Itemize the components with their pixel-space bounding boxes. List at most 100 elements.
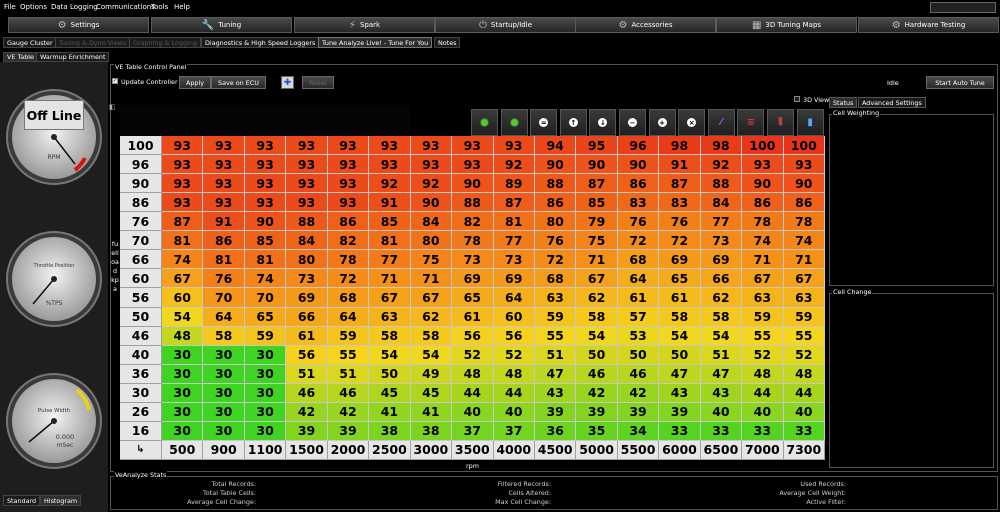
ve-cell[interactable]: 90 <box>534 155 577 175</box>
ve-cell[interactable]: 71 <box>742 250 784 270</box>
ve-cell[interactable]: 54 <box>576 326 618 346</box>
ve-cell[interactable]: 82 <box>452 212 494 232</box>
ve-cell[interactable]: 42 <box>576 383 618 403</box>
ve-cell[interactable]: 64 <box>203 307 245 327</box>
ve-cell[interactable]: 46 <box>327 383 370 403</box>
ve-cell[interactable]: 52 <box>783 345 825 365</box>
ve-cell[interactable]: 87 <box>162 212 204 232</box>
ve-cell[interactable]: 40 <box>700 402 743 422</box>
ve-cell[interactable]: 98 <box>659 136 701 156</box>
ve-cell[interactable]: 30 <box>162 345 204 365</box>
ve-cell[interactable]: 61 <box>659 288 701 308</box>
ve-cell[interactable]: 30 <box>203 345 245 365</box>
ve-cell[interactable]: 93 <box>410 155 453 175</box>
ve-cell[interactable]: 80 <box>534 212 577 232</box>
ve-cell[interactable]: 98 <box>700 136 743 156</box>
ve-cell[interactable]: 83 <box>659 193 701 213</box>
ve-cell[interactable]: 93 <box>327 155 370 175</box>
ve-cell[interactable]: 90 <box>452 174 494 194</box>
ve-cell[interactable]: 58 <box>369 326 411 346</box>
ve-cell[interactable]: 90 <box>783 174 825 194</box>
ve-cell[interactable]: 46 <box>286 383 328 403</box>
ve-cell[interactable]: 88 <box>286 212 328 232</box>
ve-cell[interactable]: 47 <box>700 364 743 384</box>
ve-cell[interactable]: 61 <box>617 288 660 308</box>
ve-cell[interactable]: 86 <box>327 212 370 232</box>
ve-cell[interactable]: 63 <box>534 288 577 308</box>
ve-cell[interactable]: 87 <box>576 174 618 194</box>
ve-cell[interactable]: 93 <box>286 155 328 175</box>
ve-cell[interactable]: 68 <box>534 269 577 289</box>
menu-file[interactable]: File <box>4 3 16 11</box>
ve-cell[interactable]: 93 <box>286 174 328 194</box>
ve-cell[interactable]: 45 <box>369 383 411 403</box>
ve-cell[interactable]: 81 <box>203 250 245 270</box>
ve-cell[interactable]: 80 <box>410 231 453 251</box>
ve-cell[interactable]: 40 <box>452 402 494 422</box>
ve-cell[interactable]: 93 <box>286 136 328 156</box>
tab-diagnostics-high-speed-loggers[interactable]: Diagnostics & High Speed Loggers <box>201 37 320 48</box>
color-smooth-button[interactable]: ▮ <box>796 109 824 136</box>
ve-cell[interactable]: 46 <box>576 364 618 384</box>
ve-cell[interactable]: 52 <box>452 345 494 365</box>
ve-cell[interactable]: 93 <box>244 174 287 194</box>
ve-cell[interactable]: 74 <box>162 250 204 270</box>
ve-cell[interactable]: 74 <box>783 231 825 251</box>
ve-cell[interactable]: 91 <box>203 212 245 232</box>
ve-cell[interactable]: 64 <box>327 307 370 327</box>
ve-cell[interactable]: 91 <box>369 193 411 213</box>
ve-cell[interactable]: 48 <box>742 364 784 384</box>
subtab-ve-table[interactable]: VE Table <box>3 52 38 62</box>
ve-cell[interactable]: 55 <box>327 345 370 365</box>
ve-cell[interactable]: 59 <box>742 307 784 327</box>
ve-cell[interactable]: 33 <box>742 421 784 441</box>
ve-cell[interactable]: 54 <box>700 326 743 346</box>
ve-cell[interactable]: 87 <box>659 174 701 194</box>
3d-view-checkbox[interactable] <box>794 96 800 102</box>
ve-cell[interactable]: 93 <box>162 155 204 175</box>
ve-cell[interactable]: 68 <box>617 250 660 270</box>
ve-cell[interactable]: 95 <box>576 136 618 156</box>
ve-cell[interactable]: 67 <box>162 269 204 289</box>
ve-cell[interactable]: 80 <box>286 250 328 270</box>
ve-cell[interactable]: 81 <box>244 250 287 270</box>
ve-cell[interactable]: 78 <box>783 212 825 232</box>
ve-cell[interactable]: 90 <box>617 155 660 175</box>
ve-cell[interactable]: 93 <box>327 193 370 213</box>
ve-cell[interactable]: 88 <box>700 174 743 194</box>
ve-cell[interactable]: 52 <box>493 345 535 365</box>
axis-swap-icon[interactable]: ↳ <box>120 440 162 460</box>
ve-cell[interactable]: 93 <box>286 193 328 213</box>
ve-cell[interactable]: 59 <box>244 326 287 346</box>
ve-cell[interactable]: 76 <box>617 212 660 232</box>
ve-cell[interactable]: 71 <box>576 250 618 270</box>
ve-cell[interactable]: 57 <box>617 307 660 327</box>
ve-cell[interactable]: 69 <box>659 250 701 270</box>
ve-cell[interactable]: 100 <box>742 136 784 156</box>
ve-cell[interactable]: 39 <box>327 421 370 441</box>
ve-cell[interactable]: 89 <box>493 174 535 194</box>
tab-graphing-logging[interactable]: Graphing & Logging <box>129 37 201 48</box>
ve-cell[interactable]: 40 <box>493 402 535 422</box>
ve-cell[interactable]: 42 <box>286 402 328 422</box>
ve-cell[interactable]: 81 <box>493 212 535 232</box>
ve-cell[interactable]: 73 <box>700 231 743 251</box>
ve-cell[interactable]: 93 <box>327 174 370 194</box>
ve-cell[interactable]: 30 <box>203 402 245 422</box>
ve-cell[interactable]: 72 <box>534 250 577 270</box>
ve-cell[interactable]: 85 <box>576 193 618 213</box>
toolbar-accessories-button[interactable]: ⚙ Accessories <box>575 17 716 33</box>
fill-cols-button[interactable]: ⦀ <box>767 109 794 136</box>
ve-cell[interactable]: 90 <box>410 193 453 213</box>
ve-cell[interactable]: 47 <box>534 364 577 384</box>
ve-cell[interactable]: 52 <box>742 345 784 365</box>
ve-cell[interactable]: 30 <box>244 383 287 403</box>
ve-cell[interactable]: 76 <box>534 231 577 251</box>
ve-cell[interactable]: 39 <box>659 402 701 422</box>
ve-cell[interactable]: 64 <box>617 269 660 289</box>
ve-cell[interactable]: 93 <box>742 155 784 175</box>
ve-cell[interactable]: 74 <box>742 231 784 251</box>
ve-cell[interactable]: 72 <box>617 231 660 251</box>
ve-cell[interactable]: 40 <box>742 402 784 422</box>
ve-cell[interactable]: 71 <box>369 269 411 289</box>
